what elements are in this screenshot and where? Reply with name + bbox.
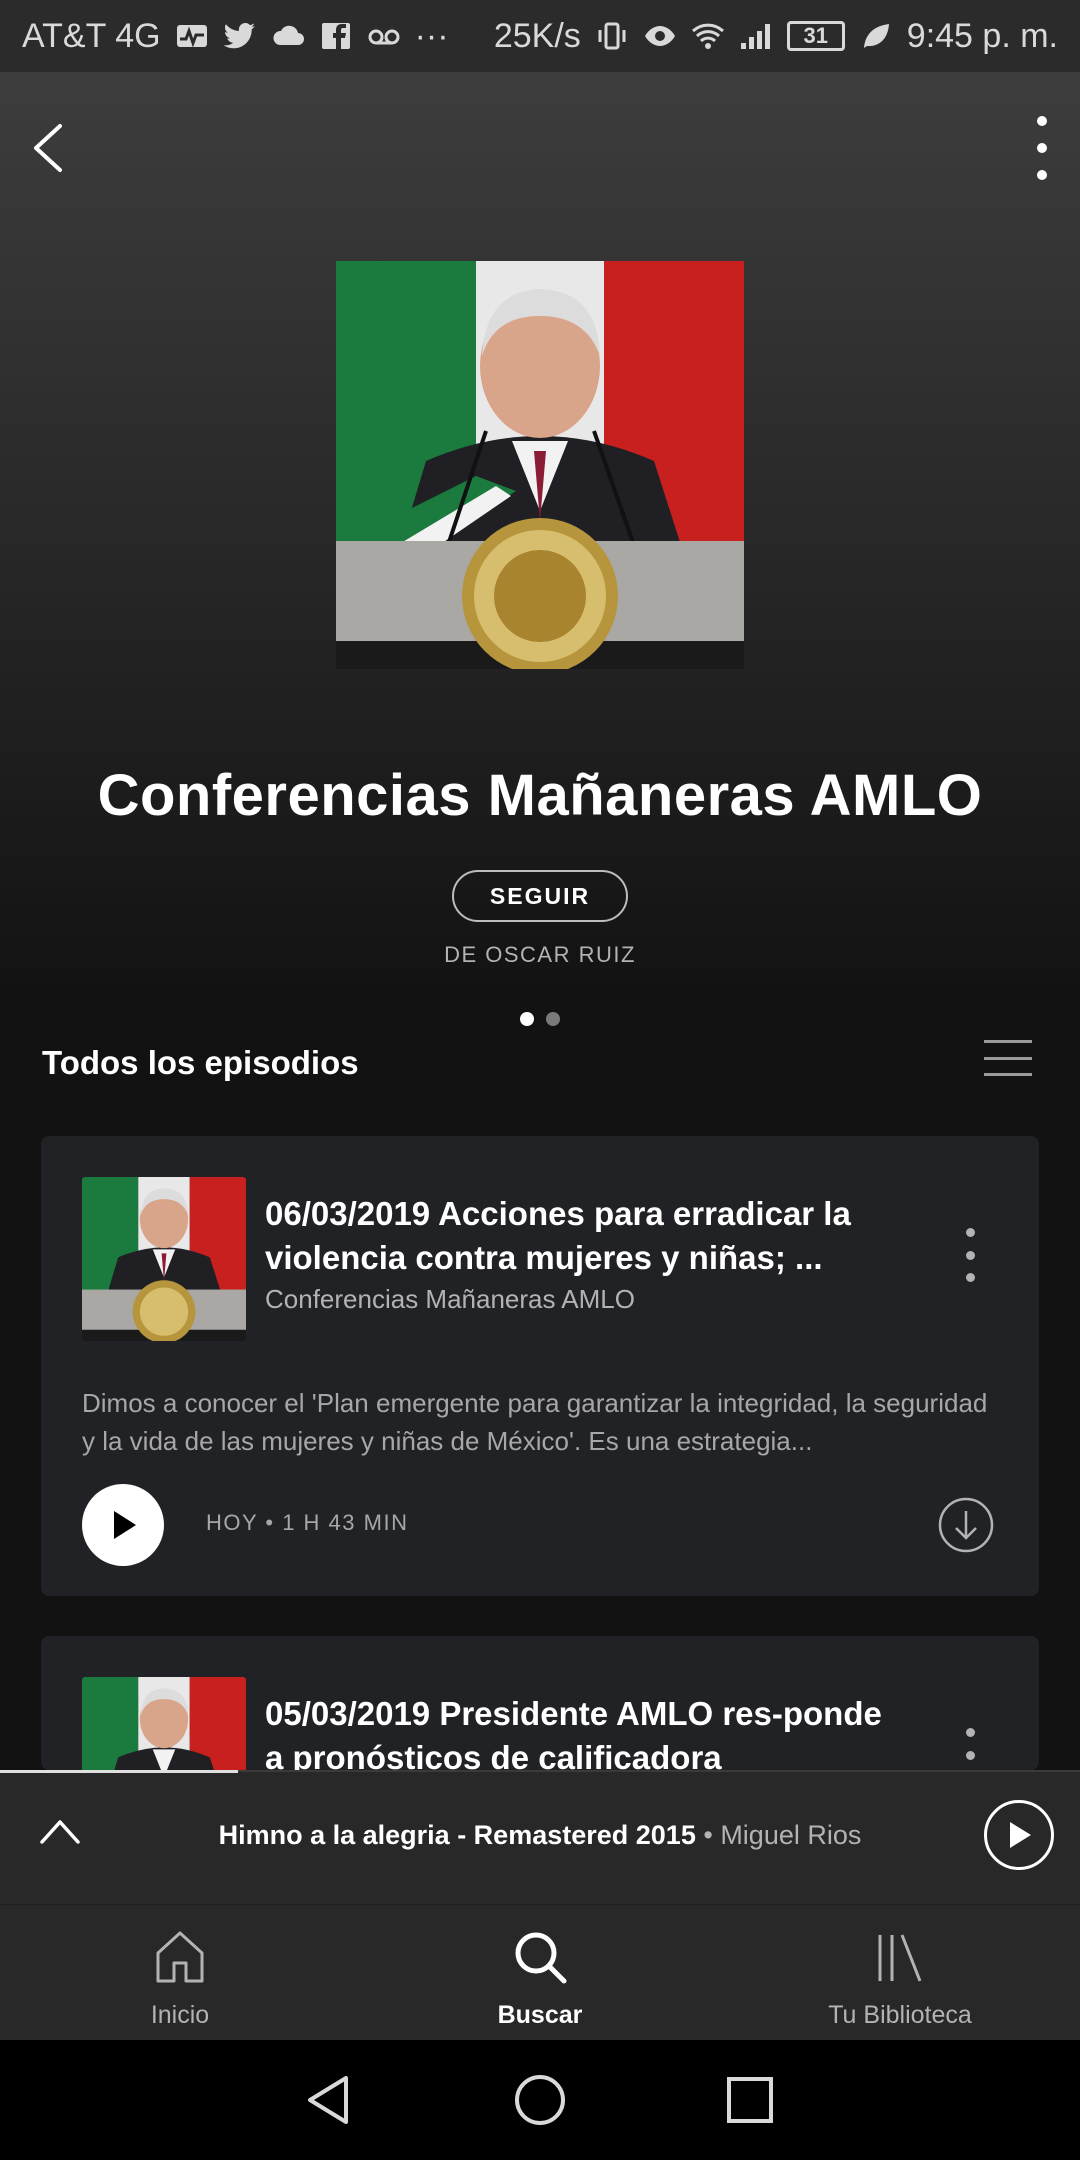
nav-label-library: Tu Biblioteca — [828, 2001, 972, 2029]
battery-icon: 31 — [786, 21, 845, 51]
android-recents-icon[interactable] — [720, 2070, 780, 2130]
nav-item-search[interactable]: Buscar — [360, 1905, 720, 2040]
battery-level: 31 — [803, 23, 829, 48]
episode-meta: HOY • 1 H 43 MIN — [206, 1510, 409, 1535]
bottom-nav: Inicio Buscar Tu Biblioteca — [0, 1904, 1080, 2040]
podcast-header: Conferencias Mañaneras AMLO SEGUIR DE OS… — [0, 72, 1080, 1026]
podcast-author: DE OSCAR RUIZ — [444, 942, 636, 967]
nav-label-home: Inicio — [150, 2001, 210, 2029]
nav-item-home[interactable]: Inicio — [0, 1905, 360, 2040]
now-playing-artist: Miguel Rios — [720, 1820, 862, 1850]
android-home-icon[interactable] — [510, 2070, 570, 2130]
cloud-icon — [273, 25, 304, 45]
android-back-icon[interactable] — [300, 2070, 360, 2130]
library-icon — [878, 1934, 922, 1982]
more-vertical-icon[interactable] — [963, 1728, 977, 1770]
twitter-icon — [223, 23, 255, 49]
episode-show-name: Conferencias Mañaneras AMLO — [265, 1284, 635, 1314]
list-icon[interactable] — [984, 1040, 1032, 1076]
home-icon — [156, 1931, 204, 1983]
android-nav-bar — [0, 2040, 1080, 2160]
episode-title[interactable]: 06/03/2019 Acciones para erradicar la vi… — [265, 1192, 895, 1280]
vibrate-icon — [598, 22, 626, 50]
search-icon — [515, 1932, 567, 1984]
chevron-left-icon[interactable] — [28, 120, 68, 176]
episode-thumbnail — [82, 1177, 246, 1341]
wifi-icon — [691, 23, 724, 49]
voicemail-icon — [368, 29, 400, 45]
mini-player[interactable]: Himno a la alegria - Remastered 2015 • M… — [0, 1770, 1080, 1904]
episode-description: Dimos a conocer el 'Plan emergente para … — [82, 1388, 988, 1456]
now-playing-track: Himno a la alegria - Remastered 2015 — [218, 1820, 696, 1850]
page-dot-active — [520, 1012, 534, 1026]
mini-player-progress — [0, 1770, 238, 1773]
podcast-title: Conferencias Mañaneras AMLO — [97, 763, 983, 828]
episodes-section-title: Todos los episodios — [42, 1044, 359, 1081]
play-icon — [114, 1511, 136, 1539]
more-notifications-icon: ··· — [414, 16, 449, 55]
page-dot — [546, 1012, 560, 1026]
nav-item-library[interactable]: Tu Biblioteca — [720, 1905, 1080, 2040]
episode-card[interactable]: 05/03/2019 Presidente AMLO res-ponde a p… — [41, 1636, 1039, 1770]
facebook-icon — [321, 23, 350, 49]
status-bar: AT&T 4G ··· 25K/s 31 9:45 p. m. — [0, 0, 1080, 72]
play-button[interactable] — [82, 1484, 164, 1566]
activity-icon — [176, 25, 207, 48]
network-speed: 25K/s — [493, 16, 581, 55]
carrier-label: AT&T 4G — [22, 16, 161, 55]
episode-title[interactable]: 05/03/2019 Presidente AMLO res-ponde a p… — [265, 1692, 895, 1770]
clock: 9:45 p. m. — [906, 16, 1058, 55]
play-icon — [1010, 1822, 1031, 1848]
more-vertical-icon[interactable] — [963, 1228, 977, 1282]
leaf-icon — [863, 24, 889, 48]
now-playing-text[interactable]: Himno a la alegria - Remastered 2015 • M… — [0, 1820, 1080, 1851]
now-playing-separator: • — [695, 1820, 721, 1850]
signal-icon — [740, 24, 770, 49]
page-indicator[interactable] — [0, 1012, 1080, 1026]
download-icon[interactable] — [937, 1496, 995, 1554]
episode-card[interactable]: 06/03/2019 Acciones para erradicar la vi… — [41, 1136, 1039, 1596]
mini-play-button[interactable] — [984, 1800, 1054, 1870]
episode-thumbnail — [82, 1677, 246, 1770]
more-vertical-icon[interactable] — [1032, 116, 1052, 180]
eye-icon — [644, 26, 675, 46]
nav-label-search: Buscar — [497, 2001, 583, 2029]
follow-button[interactable]: SEGUIR — [452, 870, 628, 922]
podcast-cover-art — [336, 261, 744, 669]
